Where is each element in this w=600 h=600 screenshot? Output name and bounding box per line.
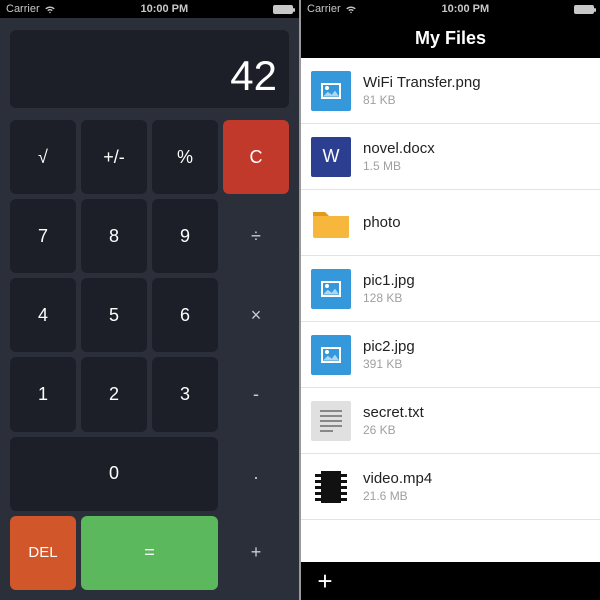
battery-icon: [574, 5, 594, 14]
file-row[interactable]: pic1.jpg 128 KB: [301, 256, 600, 322]
image-file-icon: [311, 71, 351, 111]
digit-7-button[interactable]: 7: [10, 199, 76, 273]
decimal-button[interactable]: .: [223, 437, 289, 511]
file-size: 391 KB: [363, 357, 590, 371]
file-size: 81 KB: [363, 93, 590, 107]
digit-4-button[interactable]: 4: [10, 278, 76, 352]
plus-button[interactable]: +: [223, 516, 289, 590]
file-size: 26 KB: [363, 423, 590, 437]
digit-2-button[interactable]: 2: [81, 357, 147, 431]
file-size: 128 KB: [363, 291, 590, 305]
file-name: photo: [363, 214, 590, 231]
file-info: photo: [363, 214, 590, 231]
calculator-display: 42: [10, 30, 289, 108]
video-file-icon: [311, 467, 351, 507]
multiply-button[interactable]: ×: [223, 278, 289, 352]
image-file-icon: [311, 269, 351, 309]
equals-button[interactable]: =: [81, 516, 218, 590]
clock-label: 10:00 PM: [441, 3, 489, 15]
file-name: video.mp4: [363, 470, 590, 487]
sqrt-button[interactable]: √: [10, 120, 76, 194]
file-info: pic1.jpg 128 KB: [363, 272, 590, 305]
file-info: novel.docx 1.5 MB: [363, 140, 590, 173]
carrier-label: Carrier: [307, 3, 341, 15]
digit-1-button[interactable]: 1: [10, 357, 76, 431]
percent-button[interactable]: %: [152, 120, 218, 194]
file-row[interactable]: Wnovel.docx 1.5 MB: [301, 124, 600, 190]
digit-8-button[interactable]: 8: [81, 199, 147, 273]
image-file-icon: [311, 335, 351, 375]
file-info: video.mp4 21.6 MB: [363, 470, 590, 503]
file-info: secret.txt 26 KB: [363, 404, 590, 437]
digit-6-button[interactable]: 6: [152, 278, 218, 352]
digit-9-button[interactable]: 9: [152, 199, 218, 273]
digit-0-button[interactable]: 0: [10, 437, 218, 511]
file-row[interactable]: photo: [301, 190, 600, 256]
file-row[interactable]: pic2.jpg 391 KB: [301, 322, 600, 388]
file-name: pic2.jpg: [363, 338, 590, 355]
clear-button[interactable]: C: [223, 120, 289, 194]
delete-button[interactable]: DEL: [10, 516, 76, 590]
clock-label: 10:00 PM: [140, 3, 188, 15]
file-size: 1.5 MB: [363, 159, 590, 173]
status-bar: Carrier 10:00 PM: [301, 0, 600, 18]
calculator-screen: Carrier 10:00 PM 42 √ +/- % C 7 8 9 ÷: [0, 0, 300, 600]
wifi-icon: [345, 5, 357, 14]
file-name: secret.txt: [363, 404, 590, 421]
text-file-icon: [311, 401, 351, 441]
minus-button[interactable]: -: [223, 357, 289, 431]
file-size: 21.6 MB: [363, 489, 590, 503]
plus-minus-button[interactable]: +/-: [81, 120, 147, 194]
toolbar-bottom: +: [301, 562, 600, 600]
add-button[interactable]: +: [311, 568, 339, 594]
file-info: WiFi Transfer.png 81 KB: [363, 74, 590, 107]
wifi-icon: [44, 5, 56, 14]
digit-3-button[interactable]: 3: [152, 357, 218, 431]
folder-icon: [311, 203, 351, 243]
word-file-icon: W: [311, 137, 351, 177]
file-row[interactable]: secret.txt 26 KB: [301, 388, 600, 454]
carrier-label: Carrier: [6, 3, 40, 15]
file-list[interactable]: WiFi Transfer.png 81 KB Wnovel.docx 1.5 MB p…: [301, 58, 600, 562]
file-row[interactable]: WiFi Transfer.png 81 KB: [301, 58, 600, 124]
files-screen: Carrier 10:00 PM My Files WiFi Transfer.…: [300, 0, 600, 600]
file-info: pic2.jpg 391 KB: [363, 338, 590, 371]
battery-icon: [273, 5, 293, 14]
file-name: pic1.jpg: [363, 272, 590, 289]
calculator-keypad: √ +/- % C 7 8 9 ÷ 4 5 6 × 1 2 3 - 0: [8, 118, 291, 592]
file-name: WiFi Transfer.png: [363, 74, 590, 91]
page-title: My Files: [301, 18, 600, 58]
file-row[interactable]: video.mp4 21.6 MB: [301, 454, 600, 520]
digit-5-button[interactable]: 5: [81, 278, 147, 352]
file-name: novel.docx: [363, 140, 590, 157]
status-bar: Carrier 10:00 PM: [0, 0, 299, 18]
divide-button[interactable]: ÷: [223, 199, 289, 273]
